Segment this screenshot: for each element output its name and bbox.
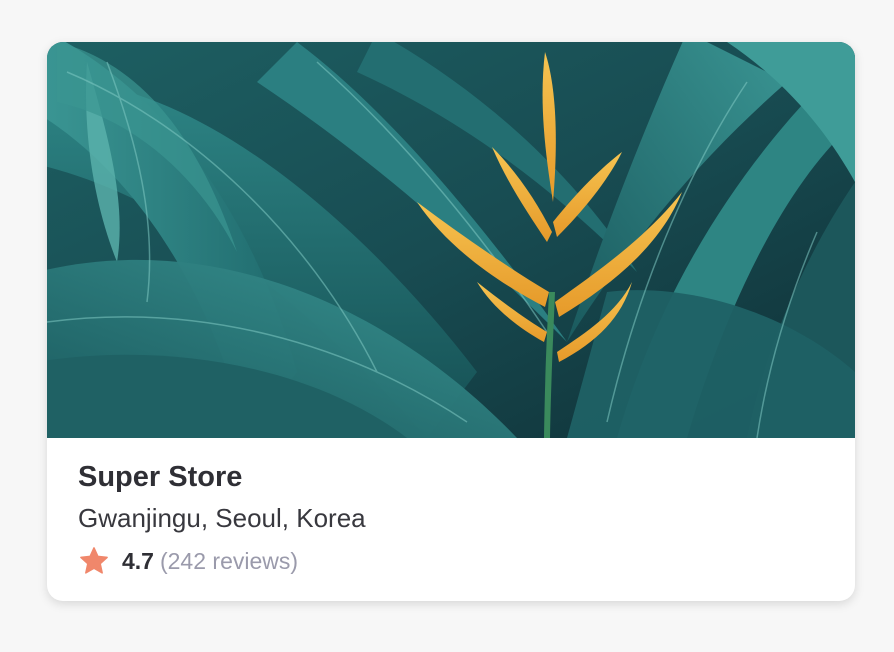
store-title[interactable]: Super Store xyxy=(78,458,824,496)
store-info: Super Store Gwanjingu, Seoul, Korea 4.7 … xyxy=(78,458,824,577)
star-icon xyxy=(80,547,108,574)
rating-value: 4.7 xyxy=(122,547,154,574)
store-card[interactable]: Super Store Gwanjingu, Seoul, Korea 4.7 … xyxy=(47,42,855,601)
store-image xyxy=(47,42,855,438)
review-count[interactable]: (242 reviews) xyxy=(160,548,298,575)
rating-row: 4.7 (242 reviews) xyxy=(78,545,824,577)
store-location: Gwanjingu, Seoul, Korea xyxy=(78,503,366,533)
